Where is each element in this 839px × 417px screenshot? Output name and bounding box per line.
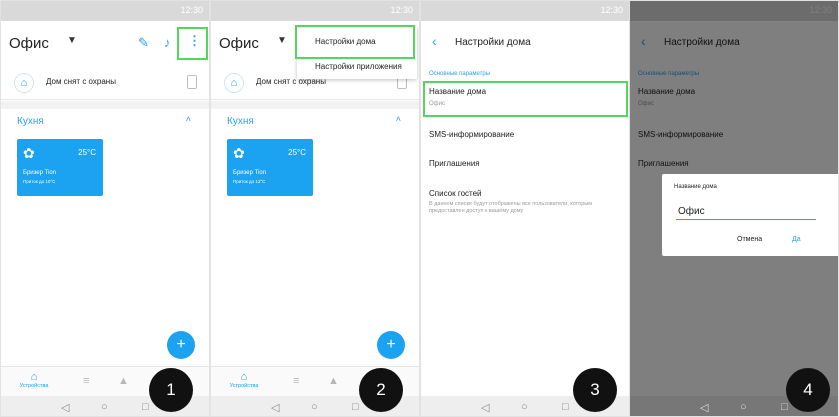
divider: [211, 101, 419, 109]
phone-screen-2: 12:30 Офис ▼ ⌂ Дом снят с охраны Кухня ˄…: [210, 0, 420, 417]
status-bar: 12:30: [421, 1, 629, 21]
room-label: Кухня: [227, 116, 254, 127]
status-bar: 12:30: [211, 1, 419, 21]
pencil-icon[interactable]: ✎: [138, 35, 149, 51]
guests-setting[interactable]: Список гостей: [429, 189, 482, 198]
recents-icon[interactable]: □: [781, 401, 788, 413]
phone-screen-4: 12:30 ‹ Настройки дома Основные параметр…: [629, 0, 839, 417]
highlight-home-settings: [295, 25, 415, 59]
house-name-input[interactable]: Офис: [678, 206, 705, 217]
back-arrow-icon[interactable]: ‹: [432, 33, 437, 49]
step-badge: 2: [359, 368, 403, 412]
device-temp: 25°C: [288, 148, 306, 157]
home-circle-icon[interactable]: ○: [101, 401, 108, 413]
mic-icon[interactable]: ♪: [164, 35, 171, 50]
add-button[interactable]: +: [377, 331, 405, 359]
guard-status: Дом снят с охраны: [46, 77, 116, 86]
device-name: Бризер Tion: [233, 170, 267, 176]
fan-icon: ✿: [23, 145, 35, 161]
home-circle-icon[interactable]: ○: [521, 401, 528, 413]
sms-setting[interactable]: SMS-информирование: [429, 130, 514, 139]
back-icon[interactable]: ◁: [481, 401, 489, 414]
guests-description: В данном списке будут отображены все пол…: [429, 201, 592, 214]
status-bar: 12:30: [1, 1, 209, 21]
device-card[interactable]: ✿ 25°C Бризер Tion Приток до 10°C: [17, 139, 103, 196]
house-title[interactable]: Офис: [219, 35, 259, 52]
fan-icon: ✿: [233, 145, 245, 161]
ok-button[interactable]: Да: [792, 236, 801, 243]
step-badge: 3: [573, 368, 617, 412]
cancel-button[interactable]: Отмена: [737, 236, 762, 243]
home-circle-icon[interactable]: ○: [740, 401, 747, 413]
device-name: Бризер Tion: [23, 170, 57, 176]
home-icon: ⌂: [30, 371, 38, 383]
home-icon: ⌂: [240, 371, 248, 383]
sliders-icon[interactable]: ≡: [83, 375, 89, 387]
recents-icon[interactable]: □: [352, 401, 359, 413]
chevron-up-icon[interactable]: ˄: [396, 114, 401, 124]
chevron-down-icon[interactable]: ▼: [67, 35, 77, 46]
step-badge: 4: [786, 368, 830, 412]
sliders-icon[interactable]: ≡: [293, 375, 299, 387]
home-circle-icon[interactable]: ○: [311, 401, 318, 413]
divider: [1, 101, 209, 109]
status-time: 12:30: [180, 5, 203, 15]
phone-screen-3: 12:30 ‹ Настройки дома Основные параметр…: [420, 0, 630, 417]
bell-icon[interactable]: ▲: [118, 375, 129, 387]
nav-devices-label: Устройства: [229, 383, 259, 389]
back-icon[interactable]: ◁: [271, 401, 279, 414]
nav-devices[interactable]: ⌂ Устройства: [223, 371, 265, 389]
device-sub: Приток до 10°C: [23, 179, 56, 184]
menu-item-app-settings[interactable]: Настройки приложения: [315, 62, 402, 71]
nav-devices-label: Устройства: [19, 383, 49, 389]
status-time: 12:30: [390, 5, 413, 15]
device-sub: Приток до 13°C: [233, 179, 266, 184]
step-badge: 1: [149, 368, 193, 412]
status-time: 12:30: [600, 5, 623, 15]
highlight-house-name: [423, 81, 628, 117]
section-title: Основные параметры: [429, 71, 491, 77]
recents-icon[interactable]: □: [142, 401, 149, 413]
house-icon: ⌂: [224, 73, 244, 93]
back-icon[interactable]: ◁: [700, 401, 708, 414]
device-temp: 25°C: [78, 148, 96, 157]
nav-devices[interactable]: ⌂ Устройства: [13, 371, 55, 389]
settings-header: ‹ Настройки дома: [421, 21, 629, 65]
house-title[interactable]: Офис: [9, 35, 49, 52]
highlight-more-button: [177, 27, 208, 60]
phone-screen-1: 12:30 Офис ▼ ✎ ♪ ⋮ ⌂ Дом снят с охраны К…: [0, 0, 210, 417]
invites-setting[interactable]: Приглашения: [429, 159, 480, 168]
back-icon[interactable]: ◁: [61, 401, 69, 414]
room-label: Кухня: [17, 116, 44, 127]
chevron-up-icon[interactable]: ˄: [186, 114, 191, 124]
lock-icon[interactable]: [187, 75, 197, 89]
dialog-title: Название дома: [674, 184, 717, 190]
page-title: Настройки дома: [455, 37, 531, 48]
guard-row[interactable]: ⌂ Дом снят с охраны: [1, 66, 209, 100]
rename-dialog: Название дома Офис Отмена Да: [662, 174, 838, 256]
input-underline: [676, 219, 816, 220]
chevron-down-icon[interactable]: ▼: [277, 35, 287, 46]
house-icon: ⌂: [14, 73, 34, 93]
device-card[interactable]: ✿ 25°C Бризер Tion Приток до 13°C: [227, 139, 313, 196]
bell-icon[interactable]: ▲: [328, 375, 339, 387]
add-button[interactable]: +: [167, 331, 195, 359]
recents-icon[interactable]: □: [562, 401, 569, 413]
